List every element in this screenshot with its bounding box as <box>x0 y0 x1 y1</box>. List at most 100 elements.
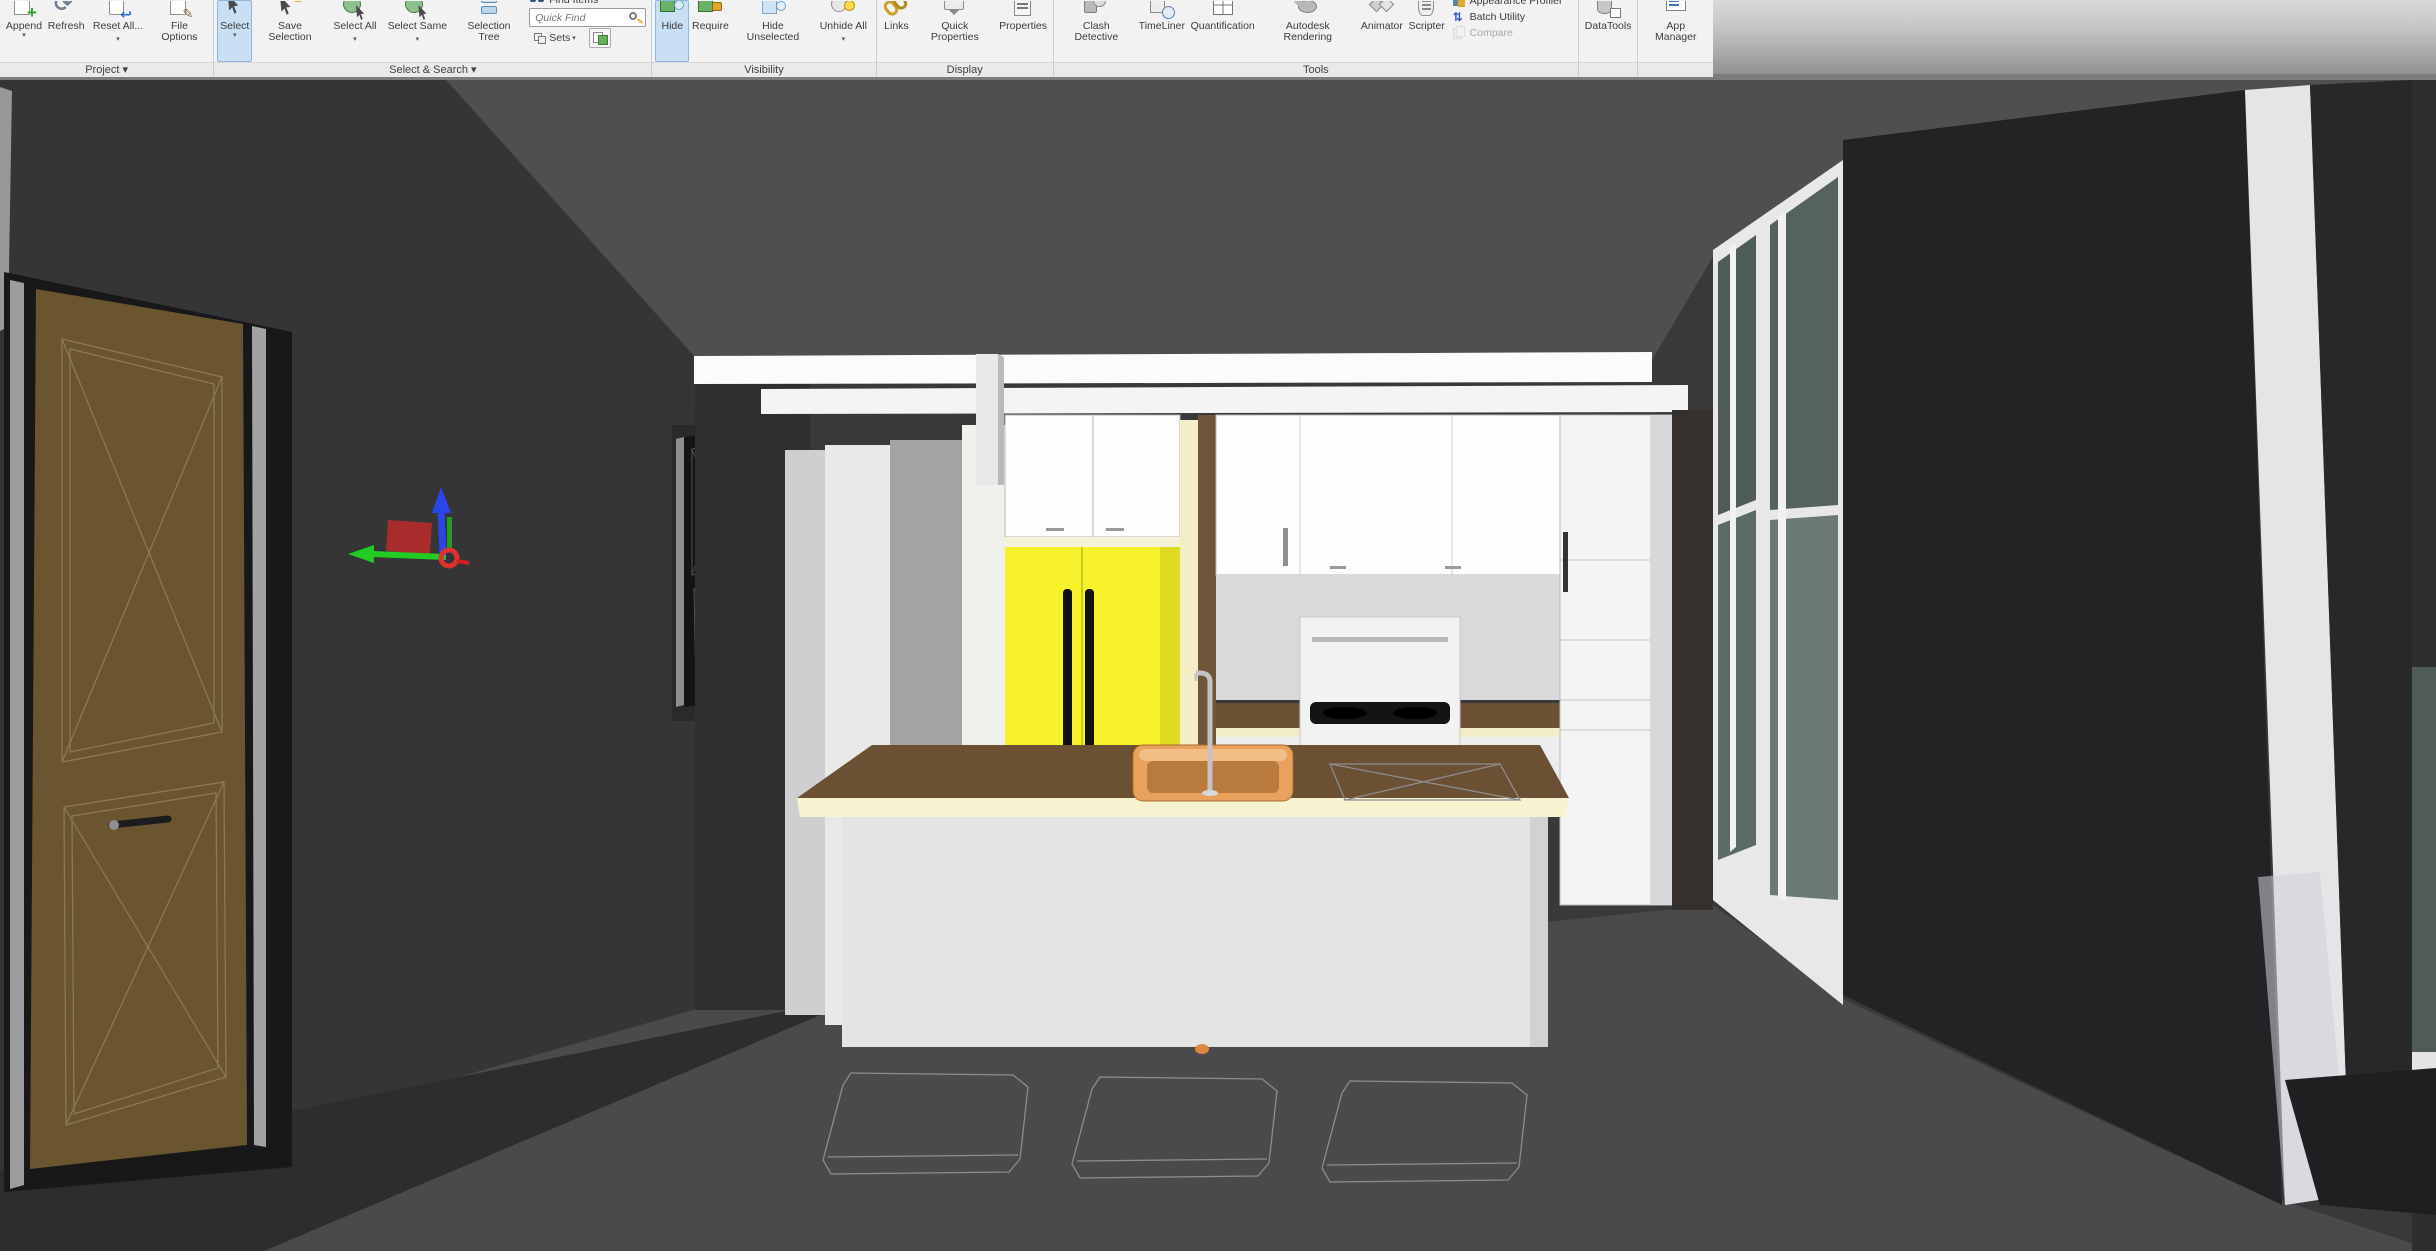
button-label: Autodesk Rendering <box>1261 21 1355 43</box>
select-all-button[interactable]: Select All ▾ <box>328 0 382 62</box>
button-label: Selection Tree <box>456 21 523 43</box>
light-fixture-front[interactable] <box>694 352 1652 384</box>
button-label: Scripter <box>1409 21 1445 32</box>
button-label: App Manager <box>1644 21 1707 43</box>
ribbon-group-display: Links Quick Properties Properties Display <box>877 0 1053 77</box>
sets-label: Sets <box>549 32 570 44</box>
datatools-icon <box>1594 0 1622 20</box>
compare-icon <box>1452 26 1466 40</box>
group-title-display: Display <box>877 62 1053 77</box>
ribbon-group-tools: Clash DetectiveTimeLinerQuantification Au… <box>1054 0 1578 77</box>
require-button[interactable]: Require <box>689 0 732 62</box>
animator-button[interactable]: Animator <box>1358 0 1406 62</box>
upper-cabinet-center[interactable] <box>1216 415 1560 575</box>
quick-properties-button[interactable]: Quick Properties <box>913 0 996 62</box>
3d-viewport[interactable] <box>0 77 2436 1251</box>
button-label: Properties <box>999 21 1047 32</box>
datatools-button[interactable]: DataTools <box>1582 0 1635 62</box>
properties-button[interactable]: Properties <box>996 0 1050 62</box>
light-fixture-back[interactable] <box>761 385 1688 414</box>
batch-utility-button[interactable]: Batch Utility <box>1452 9 1573 25</box>
quick-properties-icon <box>941 0 969 20</box>
links-icon <box>882 0 910 20</box>
group-title-visibility: Visibility <box>652 62 875 77</box>
ribbon-group-visibility: Hide RequireHide UnselectedUnhide All ▾Vi… <box>652 0 875 77</box>
reset-all-button[interactable]: Reset All... ▾ <box>87 0 148 62</box>
button-label: Select All ▾ <box>331 21 379 45</box>
quantification-button[interactable]: Quantification <box>1188 0 1258 62</box>
tall-cabinet-right[interactable] <box>1560 415 1672 905</box>
group-title-select-search[interactable]: Select & Search ▾ <box>214 62 651 77</box>
timeliner-button[interactable]: TimeLiner <box>1136 0 1188 62</box>
select-button[interactable]: Select▾ <box>217 0 252 62</box>
clash-detective-icon <box>1082 0 1110 20</box>
button-label: Select Same ▾ <box>385 21 450 45</box>
animator-icon <box>1368 0 1396 20</box>
viewport-top-line <box>0 77 2436 80</box>
group-title-tools: Tools <box>1054 62 1578 77</box>
file-options-icon <box>165 0 193 20</box>
append-button[interactable]: Append▾ <box>3 0 45 62</box>
find-items-button[interactable]: Find Items <box>529 0 646 6</box>
group-title-empty <box>1579 62 1638 77</box>
left-door[interactable] <box>4 272 292 1192</box>
button-label: Hide <box>661 21 683 32</box>
app-manager-icon <box>1662 0 1690 20</box>
refresh-button[interactable]: Refresh <box>45 0 87 62</box>
select-same-button[interactable]: Select Same ▾ <box>382 0 453 62</box>
fridge-top-shelf <box>1005 537 1180 547</box>
scripter-icon <box>1413 0 1441 20</box>
select-all-icon <box>341 0 369 20</box>
quick-find-input[interactable] <box>533 11 628 25</box>
gizmo-axis-blue <box>441 511 443 555</box>
hide-unselected-button[interactable]: Hide Unselected <box>732 0 814 62</box>
button-label: Animator <box>1361 21 1403 32</box>
quick-find-search-icon[interactable] <box>628 11 642 25</box>
quantification-icon <box>1209 0 1237 20</box>
ribbon-toolbar: Append▾Refresh Reset All... ▾File Options… <box>0 0 1713 77</box>
hide-button[interactable]: Hide <box>655 0 689 62</box>
dropdown-arrow-icon: ▾ <box>22 32 26 39</box>
find-column: Find Items Sets▾ <box>529 0 646 47</box>
button-label: Quantification <box>1191 21 1255 32</box>
selection-inspector-button[interactable] <box>589 28 611 48</box>
hood-handle <box>1283 528 1288 566</box>
button-label: Save Selection <box>255 21 325 43</box>
save-selection-button[interactable]: Save Selection <box>252 0 328 62</box>
button-label: Reset All... ▾ <box>90 21 145 45</box>
gizmo-plane-red <box>386 520 432 554</box>
reset-all-icon <box>104 0 132 20</box>
timeliner-icon <box>1148 0 1176 20</box>
button-label: Quick Properties <box>916 21 993 43</box>
scripter-button[interactable]: Scripter <box>1406 0 1448 62</box>
tall-cabinet-handle <box>1563 532 1568 592</box>
sets-dropdown[interactable]: Sets▾ <box>529 29 580 47</box>
button-label: Refresh <box>48 21 85 32</box>
button-label: Require <box>692 21 729 32</box>
autodesk-rendering-button[interactable]: Autodesk Rendering <box>1258 0 1358 62</box>
clash-detective-button[interactable]: Clash Detective <box>1057 0 1136 62</box>
refresh-icon <box>52 0 80 20</box>
selection-tree-icon <box>475 0 503 20</box>
save-selection-icon <box>276 0 304 20</box>
properties-icon <box>1009 0 1037 20</box>
stove[interactable] <box>1300 617 1460 762</box>
group-title-project[interactable]: Project ▾ <box>0 62 213 77</box>
button-label: Compare <box>1470 27 1513 39</box>
compare-button[interactable]: Compare <box>1452 25 1573 41</box>
autodesk-rendering-icon <box>1294 0 1322 20</box>
app-manager-button[interactable]: App Manager <box>1641 0 1710 62</box>
find-items-label: Find Items <box>549 0 598 6</box>
quick-find-box <box>529 8 646 27</box>
floor-marker-dot <box>1195 1044 1209 1054</box>
file-options-button[interactable]: File Options <box>149 0 211 62</box>
dropdown-arrow-icon: ▾ <box>233 32 237 39</box>
upper-cabinet-left[interactable] <box>1005 415 1180 537</box>
sets-icon <box>533 31 547 45</box>
window-wall[interactable] <box>1713 160 1843 1005</box>
selection-tree-button[interactable]: Selection Tree <box>453 0 526 62</box>
appearance-profiler-button[interactable]: Appearance Profiler <box>1452 0 1573 9</box>
unhide-all-button[interactable]: Unhide All ▾ <box>814 0 872 62</box>
links-button[interactable]: Links <box>880 0 914 62</box>
button-label: Links <box>884 21 909 32</box>
